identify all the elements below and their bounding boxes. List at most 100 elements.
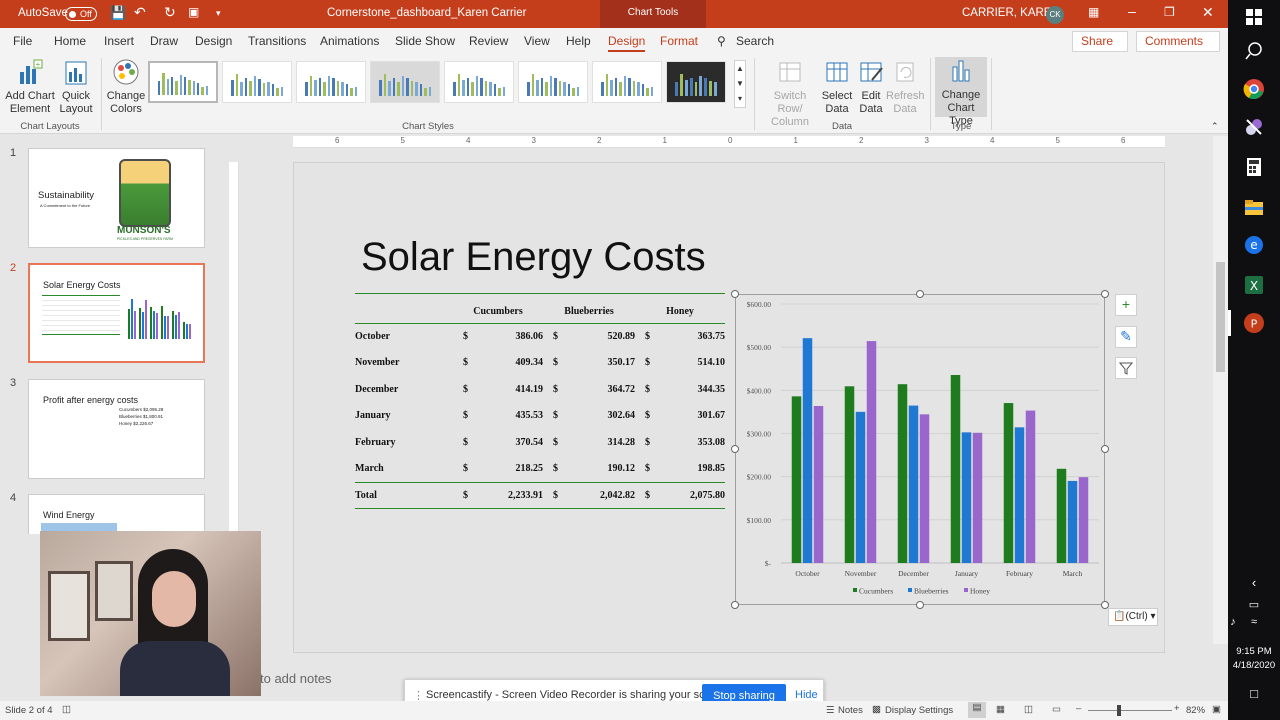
tab-chart-design[interactable]: Design [608, 34, 646, 52]
tab-review[interactable]: Review [469, 34, 508, 48]
save-icon[interactable]: 💾 [110, 5, 126, 21]
file-explorer-icon[interactable] [1243, 196, 1265, 218]
share-button[interactable]: Share [1072, 31, 1128, 52]
scroll-thumb[interactable] [1216, 262, 1225, 372]
chart-style-8[interactable] [666, 61, 726, 103]
tab-home[interactable]: Home [54, 34, 86, 48]
chart-style-5[interactable] [444, 61, 514, 103]
tab-slide-show[interactable]: Slide Show [395, 34, 455, 48]
paste-options-button[interactable]: 📋(Ctrl) ▾ [1108, 608, 1158, 626]
user-avatar[interactable]: CK [1046, 6, 1064, 24]
zoom-slider[interactable] [1088, 710, 1172, 711]
zoom-slider-thumb[interactable] [1117, 705, 1121, 716]
slide-thumbnail-2[interactable]: Solar Energy Costs [28, 263, 205, 363]
share-label: Share [1081, 34, 1114, 48]
maximize-icon[interactable]: ❐ [1164, 5, 1175, 19]
solar-costs-chart[interactable]: $- $100.00 $200.00 $300.00 $400.00 $500.00 $60… [735, 294, 1105, 605]
windows-start-icon[interactable] [1243, 6, 1265, 28]
edit-data-button[interactable]: Edit Data [854, 58, 888, 116]
zoom-out-icon[interactable]: – [1076, 703, 1081, 714]
display-settings-icon[interactable]: ▩ [872, 704, 881, 715]
undo-icon[interactable]: ↶ [134, 4, 146, 21]
calculator-icon[interactable] [1243, 156, 1265, 178]
slide-thumbnail-4[interactable]: Wind Energy [28, 494, 205, 534]
legend-label: Cucumbers [859, 587, 893, 596]
slide-thumbnail-3[interactable]: Profit after energy costs Cucumbers $2,0… [28, 379, 205, 479]
excel-icon[interactable]: X [1243, 274, 1265, 296]
table-header: Honey [635, 303, 725, 324]
close-icon[interactable]: ✕ [1202, 4, 1214, 21]
slide-vertical-scrollbar[interactable] [1213, 136, 1228, 644]
slide-thumbnail-1[interactable]: Sustainability A Commitment to the Futur… [28, 148, 205, 248]
chart-elements-button[interactable]: + [1115, 294, 1137, 316]
add-chart-element-button[interactable]: + Add Chart Element [4, 58, 56, 116]
quick-layout-button[interactable]: Quick Layout [56, 58, 96, 116]
change-chart-type-button[interactable]: Change Chart Type [935, 57, 987, 127]
notes-toggle-icon[interactable]: ☰ [826, 705, 835, 716]
tab-file[interactable]: File [13, 34, 32, 48]
tab-insert[interactable]: Insert [104, 34, 134, 48]
hide-button[interactable]: Hide [795, 689, 818, 701]
autosave-toggle[interactable]: Off [65, 7, 97, 21]
search-icon[interactable] [1243, 40, 1265, 62]
chevron-left-icon[interactable]: ‹ [1228, 575, 1280, 590]
chart-style-1[interactable] [148, 61, 218, 103]
chart-style-7[interactable] [592, 61, 662, 103]
display-settings[interactable]: Display Settings [885, 705, 953, 716]
select-data-button[interactable]: Select Data [820, 58, 854, 116]
customize-qat-icon[interactable]: ▾ [216, 8, 221, 19]
chrome-icon[interactable] [1243, 78, 1265, 100]
switch-row-column-icon [779, 62, 801, 82]
tab-view[interactable]: View [524, 34, 550, 48]
clock-time[interactable]: 9:15 PM [1228, 646, 1280, 657]
notes-toggle[interactable]: Notes [838, 705, 863, 716]
comments-button[interactable]: Comments [1136, 31, 1220, 52]
palette-icon [113, 59, 139, 85]
table-row: October $386.06 $520.89 $363.75 [355, 323, 725, 350]
tab-transitions[interactable]: Transitions [248, 34, 306, 48]
chart-style-6[interactable] [518, 61, 588, 103]
minimize-icon[interactable]: – [1128, 3, 1136, 19]
accessibility-icon[interactable]: ◫ [62, 704, 71, 715]
powerpoint-icon[interactable]: P [1243, 312, 1265, 334]
refresh-data-button[interactable]: Refresh Data [886, 58, 925, 116]
chart-style-2[interactable] [222, 61, 292, 103]
chart-style-4[interactable] [370, 61, 440, 103]
switch-row-column-button[interactable]: Switch Row/ Column [760, 58, 820, 129]
tab-animations[interactable]: Animations [320, 34, 379, 48]
redo-icon[interactable]: ↻ [164, 4, 176, 21]
present-icon[interactable]: ▣ [188, 5, 199, 19]
currency-symbol: $ [463, 383, 468, 395]
volume-icon[interactable]: ♪ [1218, 616, 1248, 628]
currency-symbol: $ [453, 482, 473, 509]
zoom-level[interactable]: 82% [1186, 705, 1205, 716]
ribbon-display-icon[interactable]: ▦ [1088, 5, 1099, 19]
slideshow-icon[interactable]: ▭ [1052, 704, 1061, 715]
currency-symbol: $ [553, 436, 558, 448]
tab-chart-format[interactable]: Format [660, 34, 698, 48]
tab-design[interactable]: Design [195, 34, 232, 48]
chart-style-3[interactable] [296, 61, 366, 103]
clock-date[interactable]: 4/18/2020 [1228, 660, 1280, 671]
chart-styles-gallery-scroll[interactable]: ▲ ▼ ▾ [734, 60, 746, 108]
chart-filters-button[interactable] [1115, 357, 1137, 379]
tab-draw[interactable]: Draw [150, 34, 178, 48]
collapse-ribbon-icon[interactable]: ⌃ [1211, 120, 1219, 133]
notification-icon[interactable]: □ [1228, 686, 1280, 701]
search-icon[interactable]: ⚲ [717, 34, 726, 48]
zoom-in-icon[interactable]: + [1174, 703, 1180, 714]
slide-title[interactable]: Solar Energy Costs [361, 235, 706, 280]
edge-icon[interactable]: e [1243, 234, 1265, 256]
tab-help[interactable]: Help [566, 34, 591, 48]
solar-costs-table[interactable]: Cucumbers Blueberries Honey October $386.… [355, 303, 725, 509]
change-colors-button[interactable]: Change Colors [104, 58, 148, 116]
month-cell: December [355, 383, 399, 395]
reading-view-icon[interactable]: ◫ [1024, 704, 1033, 715]
normal-view-icon[interactable]: ▤ [968, 702, 986, 718]
slide-sorter-icon[interactable]: ▦ [996, 704, 1005, 715]
snipping-tool-icon[interactable] [1243, 116, 1265, 138]
fit-slide-icon[interactable]: ▣ [1212, 704, 1221, 715]
search-box[interactable]: Search [736, 34, 774, 48]
svg-text:X: X [1250, 279, 1258, 293]
chart-styles-button[interactable]: ✎ [1115, 326, 1137, 348]
